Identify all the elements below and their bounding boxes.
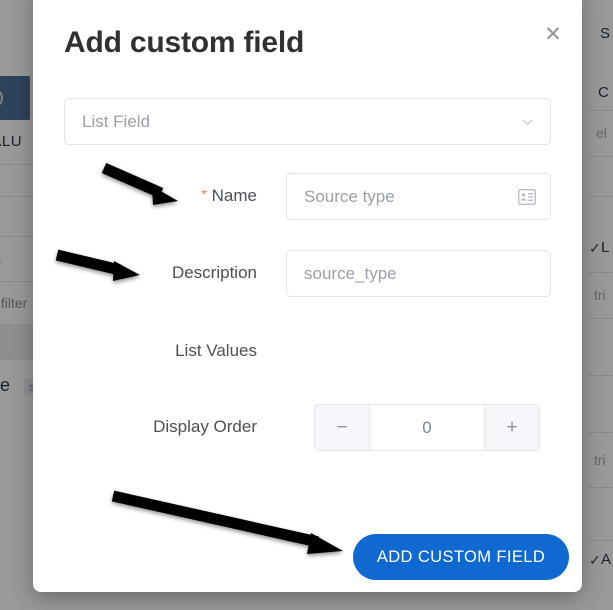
field-type-select-value: List Field — [82, 112, 151, 131]
display-order-value[interactable]: 0 — [370, 405, 484, 450]
screenshot-root: lds ? VALU s y filter pe s S C el ✓ L tr… — [0, 0, 613, 610]
description-input-placeholder: source_type — [304, 264, 397, 283]
required-marker: * — [201, 186, 207, 202]
close-icon[interactable]: ✕ — [540, 22, 566, 48]
display-order-stepper[interactable]: − 0 + — [314, 404, 540, 451]
name-field-label-text: Name — [211, 186, 257, 205]
dialog-title: Add custom field — [64, 26, 305, 59]
add-custom-field-dialog: ✕ Add custom field List Field * Name Sou… — [33, 0, 582, 592]
name-field-label: * Name — [64, 186, 257, 206]
name-input[interactable]: Source type — [286, 173, 551, 220]
display-order-increment-button[interactable]: + — [484, 405, 539, 450]
contact-card-icon[interactable] — [517, 188, 537, 206]
description-field-label: Description — [171, 263, 257, 282]
display-order-label: Display Order — [153, 417, 257, 436]
description-input[interactable]: source_type — [286, 250, 551, 297]
display-order-decrement-button[interactable]: − — [315, 405, 370, 450]
add-custom-field-button[interactable]: ADD CUSTOM FIELD — [353, 534, 569, 580]
list-values-label: List Values — [175, 341, 257, 360]
name-input-placeholder: Source type — [304, 187, 395, 206]
field-type-select[interactable]: List Field — [64, 98, 551, 145]
chevron-down-icon — [521, 116, 534, 129]
